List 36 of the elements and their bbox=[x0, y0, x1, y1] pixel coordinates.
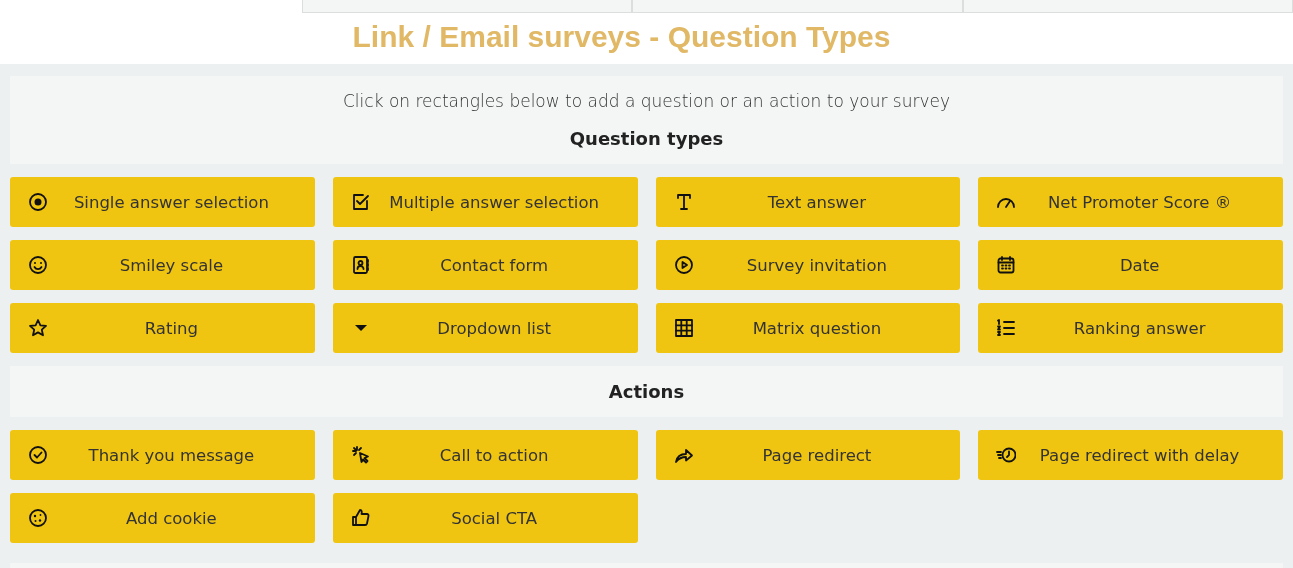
question-type-button[interactable]: Page redirect with delay bbox=[978, 430, 1283, 480]
question-type-button[interactable]: Survey invitation bbox=[655, 240, 961, 290]
question-type-button[interactable]: Text answer bbox=[655, 177, 961, 227]
thumbs-up-icon bbox=[350, 508, 371, 528]
question-type-button[interactable]: Date bbox=[978, 240, 1283, 290]
question-type-button[interactable]: Thank you message bbox=[10, 430, 315, 480]
question-type-button[interactable]: Social CTA bbox=[332, 493, 638, 543]
page-title: Link / Email surveys - Question Types bbox=[351, 19, 892, 55]
cursor-click-icon bbox=[350, 445, 371, 465]
check-circle-icon bbox=[28, 445, 48, 465]
section-heading: Question types bbox=[569, 127, 724, 151]
star-icon bbox=[28, 318, 48, 338]
question-type-button[interactable]: Call to action bbox=[332, 430, 638, 480]
checkbox-icon bbox=[350, 192, 371, 212]
question-type-button[interactable]: Rating bbox=[10, 303, 315, 353]
question-type-button[interactable]: Matrix question bbox=[655, 303, 961, 353]
question-type-button[interactable]: Multiple answer selection bbox=[332, 177, 638, 227]
play-icon bbox=[673, 255, 694, 275]
grid-icon bbox=[673, 318, 694, 338]
question-type-button[interactable]: Ranking answer bbox=[978, 303, 1283, 353]
question-type-button[interactable]: Dropdown list bbox=[332, 303, 638, 353]
section-heading: Actions bbox=[608, 380, 685, 404]
numbered-list-icon bbox=[996, 318, 1017, 338]
calendar-icon bbox=[996, 255, 1017, 275]
question-type-button[interactable]: Page redirect bbox=[655, 430, 961, 480]
radio-icon bbox=[28, 192, 48, 212]
instruction-text: Click on rectangles below to add a question or an action to your survey bbox=[342, 90, 951, 113]
clock-icon bbox=[996, 445, 1017, 465]
question-type-button[interactable]: Contact form bbox=[332, 240, 638, 290]
smiley-icon bbox=[28, 255, 48, 275]
question-type-button[interactable]: Single answer selection bbox=[10, 177, 315, 227]
question-type-button[interactable]: Smiley scale bbox=[10, 240, 315, 290]
cookie-icon bbox=[28, 508, 48, 528]
address-book-icon bbox=[350, 255, 371, 275]
question-type-button[interactable]: Add cookie bbox=[10, 493, 315, 543]
question-type-button[interactable]: Net Promoter Score ® bbox=[978, 177, 1283, 227]
